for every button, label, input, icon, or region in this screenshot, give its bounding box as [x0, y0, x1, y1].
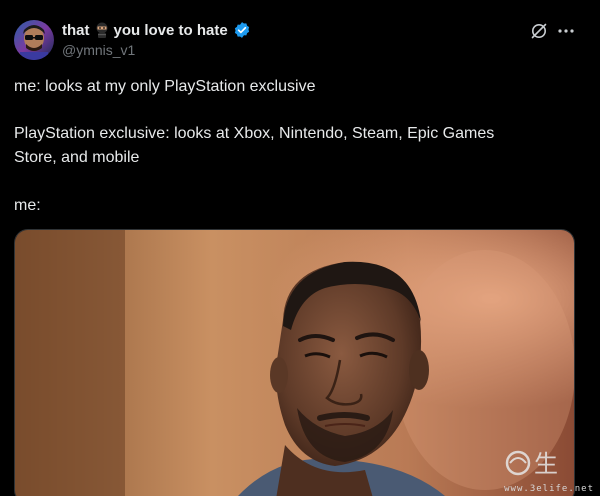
post: that you love to hate @ymnis_v1 me: look…	[0, 0, 600, 496]
watermark-glyph: 生	[534, 450, 558, 478]
post-text-line-4: me:	[14, 197, 41, 214]
author-avatar[interactable]	[14, 20, 54, 60]
more-options-icon[interactable]	[556, 22, 576, 40]
post-text-line-2: PlayStation exclusive: looks at Xbox, Ni…	[14, 125, 495, 142]
ninja-emoji-icon	[95, 22, 109, 38]
post-text-line-1: me: looks at my only PlayStation exclusi…	[14, 78, 316, 95]
avatar-image	[14, 20, 54, 60]
site-watermark: 生 www.3elife.net	[500, 441, 600, 496]
post-text-line-3: Store, and mobile	[14, 149, 140, 166]
author-handle[interactable]: @ymnis_v1	[62, 42, 135, 58]
author-name-part1[interactable]: that	[62, 22, 90, 39]
author-name-row[interactable]: that you love to hate	[62, 20, 251, 40]
author-name-part2[interactable]: you love to hate	[114, 22, 228, 39]
grok-icon[interactable]	[530, 22, 548, 40]
watermark-url: www.3elife.net	[504, 484, 594, 494]
post-media-image[interactable]	[14, 229, 575, 496]
verified-badge-icon	[233, 21, 251, 39]
watermark-logo-icon: 生	[505, 450, 558, 478]
